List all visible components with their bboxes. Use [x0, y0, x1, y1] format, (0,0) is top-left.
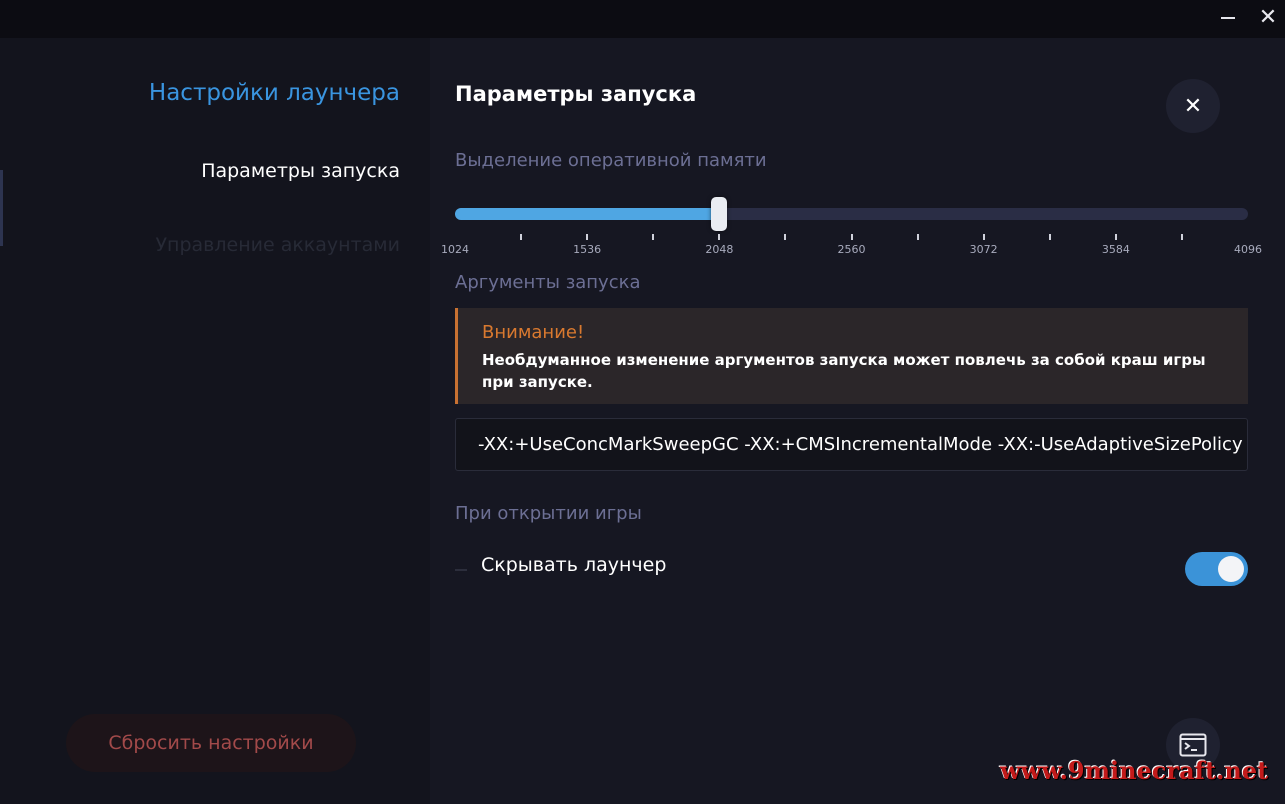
slider-tick: [784, 234, 787, 240]
ram-section-label: Выделение оперативной памяти: [455, 150, 767, 171]
settings-panel: Параметры запуска ✕ Выделение оперативно…: [430, 38, 1285, 804]
slider-tick: [652, 234, 655, 240]
sidebar-accent-strip: [0, 170, 3, 246]
close-icon: ✕: [1183, 93, 1203, 119]
panel-close-button[interactable]: ✕: [1166, 79, 1220, 133]
console-icon: [1179, 733, 1207, 757]
option-dash: [455, 569, 467, 571]
sidebar-item-launch-params[interactable]: Параметры запуска: [201, 160, 400, 182]
close-icon: ✕: [1258, 4, 1278, 30]
slider-tick-label: 3584: [1101, 243, 1130, 256]
ram-slider-fill: [455, 208, 720, 220]
slider-tick-label: 3072: [969, 243, 998, 256]
slider-tick-label: 2560: [837, 243, 866, 256]
minimize-button[interactable]: [1213, 4, 1243, 30]
hide-launcher-toggle[interactable]: [1185, 552, 1248, 586]
slider-tick-label: 1536: [573, 243, 602, 256]
sidebar: Настройки лаунчера Параметры запуска Упр…: [0, 38, 430, 804]
slider-tick: [1048, 234, 1051, 240]
launch-args-input[interactable]: -XX:+UseConcMarkSweepGC -XX:+CMSIncremen…: [455, 418, 1248, 471]
warning-box: Внимание! Необдуманное изменение аргумен…: [455, 308, 1248, 404]
slider-tick-label: 1024: [441, 243, 469, 256]
args-section-label: Аргументы запуска: [455, 272, 641, 293]
minimize-icon: [1221, 17, 1235, 19]
window-close-button[interactable]: ✕: [1253, 4, 1283, 30]
slider-tick: [850, 234, 853, 240]
sidebar-item-accounts[interactable]: Управление аккаунтами: [155, 234, 400, 256]
reset-settings-button[interactable]: Сбросить настройки: [66, 714, 356, 772]
ram-slider-ticks: [455, 234, 1248, 240]
warning-title: Внимание!: [482, 322, 585, 343]
ram-slider-tick-labels: 1024 1536 2048 2560 3072 3584 4096: [441, 243, 1262, 259]
ram-slider-thumb[interactable]: [711, 197, 728, 231]
slider-tick: [1180, 234, 1183, 240]
sidebar-title: Настройки лаунчера: [148, 80, 400, 106]
title-bar: ✕: [0, 0, 1285, 38]
ram-slider[interactable]: [455, 197, 1248, 231]
slider-tick: [1114, 234, 1117, 240]
slider-tick: [520, 234, 523, 240]
watermark: www.9minecraft.net: [1000, 756, 1269, 785]
slider-tick: [718, 234, 721, 240]
slider-tick: [916, 234, 919, 240]
hide-launcher-label: Скрывать лаунчер: [481, 554, 667, 576]
slider-tick-label: 4096: [1234, 243, 1262, 256]
slider-tick-label: 2048: [705, 243, 734, 256]
on-open-section-label: При открытии игры: [455, 503, 642, 524]
warning-text: Необдуманное изменение аргументов запуск…: [482, 351, 1206, 391]
slider-tick: [982, 234, 985, 240]
slider-tick: [586, 234, 589, 240]
page-title: Параметры запуска: [455, 82, 697, 106]
toggle-knob: [1218, 556, 1244, 582]
